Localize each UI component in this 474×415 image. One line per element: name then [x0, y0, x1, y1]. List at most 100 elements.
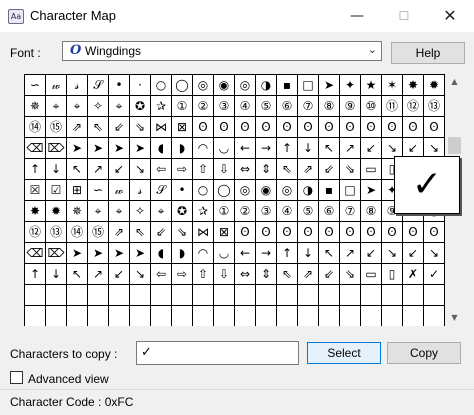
- char-cell[interactable]: ⌦: [46, 243, 66, 263]
- char-cell[interactable]: ʘ: [277, 222, 297, 242]
- scroll-down-icon[interactable]: ▼: [446, 310, 463, 326]
- char-cell[interactable]: ➤: [67, 243, 87, 263]
- char-cell[interactable]: ◡: [214, 138, 234, 158]
- char-cell[interactable]: ⑬: [424, 96, 444, 116]
- char-cell[interactable]: □: [298, 75, 318, 95]
- char-cell[interactable]: ↙: [403, 243, 423, 263]
- char-cell[interactable]: ⑨: [340, 96, 360, 116]
- char-cell[interactable]: ʘ: [298, 117, 318, 137]
- scroll-thumb[interactable]: [448, 137, 461, 154]
- char-cell[interactable]: 𝒮: [151, 180, 171, 200]
- char-cell[interactable]: ⑫: [403, 96, 423, 116]
- char-cell[interactable]: ☒: [25, 180, 45, 200]
- char-cell[interactable]: [298, 306, 318, 326]
- char-cell[interactable]: ◉: [214, 75, 234, 95]
- char-cell[interactable]: ✵: [25, 96, 45, 116]
- char-cell[interactable]: ⇧: [193, 159, 213, 179]
- char-cell[interactable]: ⇗: [298, 264, 318, 284]
- char-cell[interactable]: [256, 285, 276, 305]
- char-cell[interactable]: ⇘: [340, 264, 360, 284]
- maximize-button[interactable]: ☐: [381, 0, 427, 32]
- char-cell[interactable]: ◠: [193, 138, 213, 158]
- char-cell[interactable]: ⇗: [298, 159, 318, 179]
- char-cell[interactable]: ✹: [424, 75, 444, 95]
- char-cell[interactable]: ʘ: [256, 117, 276, 137]
- char-cell[interactable]: ➤: [130, 243, 150, 263]
- char-cell[interactable]: ⇘: [340, 159, 360, 179]
- char-cell[interactable]: 𝓈: [67, 75, 87, 95]
- characters-to-copy-input[interactable]: ✓: [136, 341, 299, 365]
- char-cell[interactable]: ↙: [109, 159, 129, 179]
- char-cell[interactable]: ✰: [151, 96, 171, 116]
- char-cell[interactable]: ⑭: [25, 117, 45, 137]
- char-cell[interactable]: [277, 306, 297, 326]
- char-cell[interactable]: ⑧: [319, 96, 339, 116]
- char-cell[interactable]: ▪: [277, 75, 297, 95]
- char-cell[interactable]: ✸: [403, 75, 423, 95]
- char-cell[interactable]: ⑤: [256, 96, 276, 116]
- char-cell[interactable]: ◡: [214, 243, 234, 263]
- char-cell[interactable]: ↖: [67, 159, 87, 179]
- char-cell[interactable]: ✦: [340, 75, 360, 95]
- char-cell[interactable]: ✓: [424, 264, 444, 284]
- char-cell[interactable]: [130, 306, 150, 326]
- scroll-up-icon[interactable]: ▲: [446, 74, 463, 90]
- char-cell[interactable]: ✹: [46, 201, 66, 221]
- char-cell[interactable]: ↗: [88, 264, 108, 284]
- char-cell[interactable]: ◠: [193, 243, 213, 263]
- char-cell[interactable]: [340, 306, 360, 326]
- close-button[interactable]: ✕: [427, 0, 473, 32]
- char-cell[interactable]: ⑥: [319, 201, 339, 221]
- char-cell[interactable]: ☑: [46, 180, 66, 200]
- char-cell[interactable]: ✗: [403, 264, 423, 284]
- char-cell[interactable]: [88, 306, 108, 326]
- char-cell[interactable]: ②: [235, 201, 255, 221]
- char-cell[interactable]: ⇙: [109, 117, 129, 137]
- char-cell[interactable]: ⌖: [151, 201, 171, 221]
- char-cell[interactable]: ↘: [382, 138, 402, 158]
- char-cell[interactable]: ◗: [172, 138, 192, 158]
- char-cell[interactable]: ⑦: [298, 96, 318, 116]
- char-cell[interactable]: ✪: [172, 201, 192, 221]
- char-cell[interactable]: ⇗: [67, 117, 87, 137]
- char-cell[interactable]: ◎: [277, 180, 297, 200]
- char-cell[interactable]: ③: [256, 201, 276, 221]
- char-cell[interactable]: ➤: [361, 180, 381, 200]
- char-cell[interactable]: [67, 306, 87, 326]
- char-cell[interactable]: [130, 285, 150, 305]
- char-cell[interactable]: [424, 285, 444, 305]
- char-cell[interactable]: ○: [193, 180, 213, 200]
- char-cell[interactable]: [151, 285, 171, 305]
- char-cell[interactable]: ⇩: [214, 159, 234, 179]
- char-cell[interactable]: ◯: [214, 180, 234, 200]
- minimize-button[interactable]: —: [334, 0, 380, 32]
- char-cell[interactable]: [46, 306, 66, 326]
- char-cell[interactable]: ⌖: [46, 96, 66, 116]
- char-cell[interactable]: ʘ: [214, 117, 234, 137]
- char-cell[interactable]: ↘: [130, 159, 150, 179]
- char-cell[interactable]: ↙: [403, 138, 423, 158]
- char-cell[interactable]: ◖: [151, 138, 171, 158]
- char-cell[interactable]: [46, 285, 66, 305]
- char-cell[interactable]: □: [340, 180, 360, 200]
- char-cell[interactable]: ←: [235, 138, 255, 158]
- char-cell[interactable]: ○: [151, 75, 171, 95]
- char-cell[interactable]: ✶: [382, 75, 402, 95]
- char-cell[interactable]: ↑: [25, 159, 45, 179]
- char-cell[interactable]: ◉: [256, 180, 276, 200]
- char-cell[interactable]: ➤: [67, 138, 87, 158]
- char-cell[interactable]: ⌖: [67, 96, 87, 116]
- char-cell[interactable]: ↑: [277, 138, 297, 158]
- copy-button[interactable]: Copy: [387, 342, 461, 364]
- char-cell[interactable]: ⇙: [151, 222, 171, 242]
- char-cell[interactable]: ▭: [361, 159, 381, 179]
- char-cell[interactable]: ↘: [424, 243, 444, 263]
- select-button[interactable]: Select: [307, 342, 381, 364]
- char-cell[interactable]: ⑮: [88, 222, 108, 242]
- char-cell[interactable]: [235, 285, 255, 305]
- char-cell[interactable]: ·: [130, 75, 150, 95]
- char-cell[interactable]: ⌖: [109, 96, 129, 116]
- char-cell[interactable]: ➤: [130, 138, 150, 158]
- char-cell[interactable]: ◖: [151, 243, 171, 263]
- char-cell[interactable]: ➤: [109, 138, 129, 158]
